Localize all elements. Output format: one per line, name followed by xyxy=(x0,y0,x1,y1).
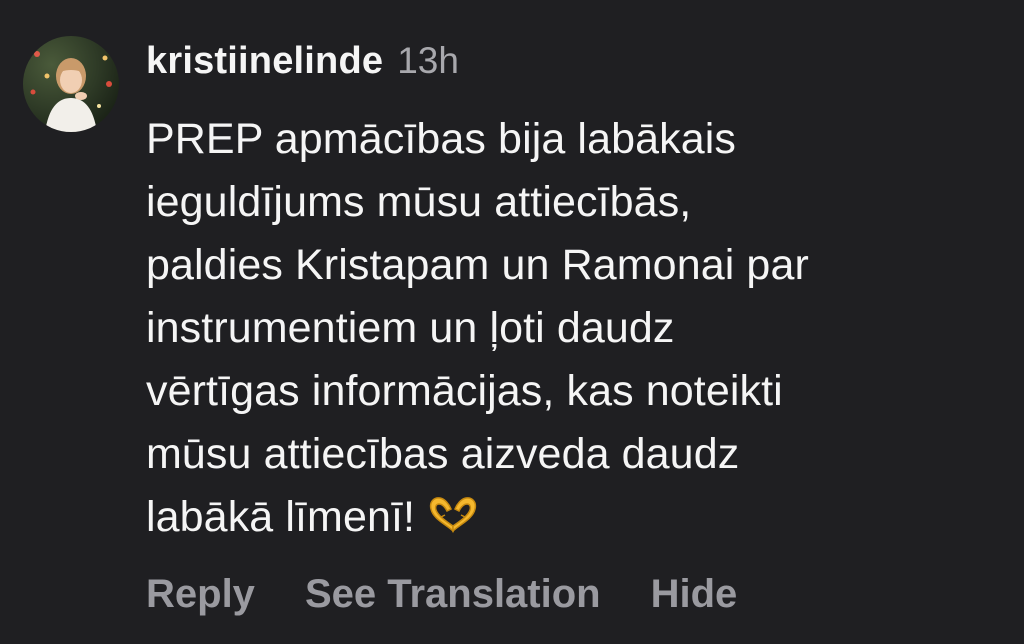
comment-actions: Reply See Translation Hide xyxy=(146,572,737,617)
hide-button[interactable]: Hide xyxy=(651,572,738,617)
comment-header: kristiinelinde 13h xyxy=(146,40,459,96)
comment-item: kristiinelinde 13h PREP apmācības bija l… xyxy=(0,0,1024,644)
comment-text: PREP apmācības bija labākais ieguldījums… xyxy=(146,108,1006,553)
reply-button[interactable]: Reply xyxy=(146,572,255,617)
heart-hands-icon xyxy=(427,490,479,553)
comment-text-line: vērtīgas informācijas, kas noteikti xyxy=(146,367,783,415)
see-translation-button[interactable]: See Translation xyxy=(305,572,601,617)
comment-text-line: mūsu attiecības aizveda daudz xyxy=(146,430,740,478)
username-link[interactable]: kristiinelinde xyxy=(146,40,383,83)
comment-text-line: labākā līmenī! xyxy=(146,493,416,541)
timestamp: 13h xyxy=(397,40,459,81)
comment-text-line: ieguldījums mūsu attiecībās, xyxy=(146,178,692,226)
comment-text-line: instrumentiem un ļoti daudz xyxy=(146,304,675,352)
avatar-photo-icon xyxy=(23,36,119,132)
comment-text-line: paldies Kristapam un Ramonai par xyxy=(146,241,809,289)
avatar[interactable] xyxy=(23,36,119,132)
comment-text-line: PREP apmācības bija labākais xyxy=(146,115,736,163)
comment-text-last-line: labākā līmenī! xyxy=(146,486,1006,553)
